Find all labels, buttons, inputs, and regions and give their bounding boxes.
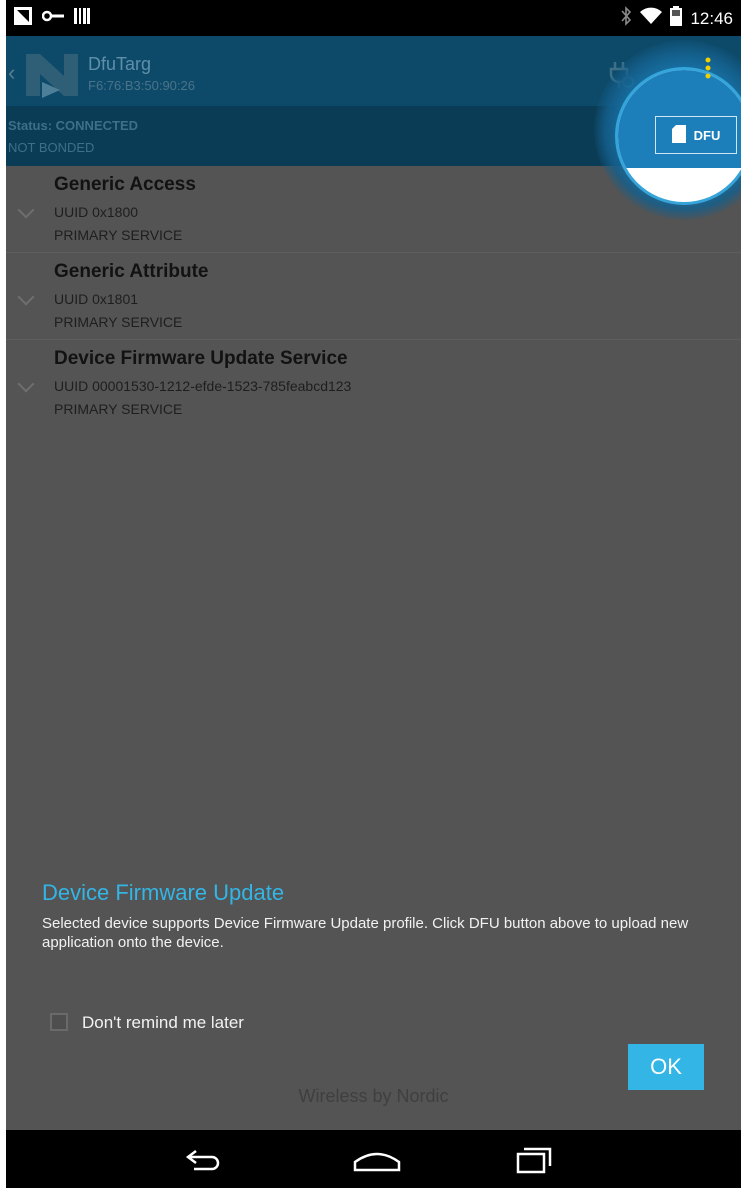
chevron-down-icon[interactable] (17, 201, 35, 219)
dont-remind-checkbox[interactable] (50, 1013, 68, 1031)
chevron-down-icon[interactable] (17, 288, 35, 306)
navigation-bar (6, 1130, 741, 1188)
back-icon[interactable] (182, 1144, 226, 1179)
bond-status: NOT BONDED (8, 140, 95, 155)
service-type: PRIMARY SERVICE (54, 314, 183, 330)
bluetooth-icon (620, 6, 632, 31)
clock-time: 12:46 (690, 8, 733, 28)
device-name: DfuTarg (88, 54, 152, 74)
dfu-button[interactable]: DFU (655, 116, 737, 154)
dfu-button-label: DFU (693, 127, 721, 143)
dont-remind-label[interactable]: Don't remind me later (82, 1013, 244, 1033)
service-uuid: UUID 0x1800 (54, 204, 139, 220)
service-name: Generic Access (54, 174, 196, 195)
wifi-icon (640, 7, 663, 30)
home-icon[interactable] (352, 1144, 402, 1179)
barcode-icon (74, 7, 90, 30)
dialog-title: Device Firmware Update (42, 880, 285, 905)
dialog-message: Selected device supports Device Firmware… (42, 915, 689, 951)
device-address: F6:76:B3:50:90:26 (88, 78, 195, 93)
service-name: Generic Attribute (54, 261, 209, 282)
service-uuid: UUID 0x1801 (54, 291, 139, 307)
status-bar: 12:46 (6, 0, 741, 36)
footer-text: Wireless by Nordic (298, 1086, 449, 1106)
app-logo[interactable] (20, 44, 82, 105)
service-item[interactable]: Generic Attribute UUID 0x1801 PRIMARY SE… (6, 253, 741, 340)
service-item[interactable]: Device Firmware Update Service UUID 0000… (6, 340, 741, 426)
battery-icon (670, 6, 683, 31)
notification-icon (14, 6, 32, 30)
connection-status: Status: CONNECTED (8, 118, 139, 133)
services-list: Generic Access UUID 0x1800 PRIMARY SERVI… (6, 166, 741, 426)
sd-card-icon (671, 124, 686, 146)
key-icon (41, 9, 64, 28)
ok-button[interactable]: OK (628, 1044, 704, 1090)
service-type: PRIMARY SERVICE (54, 401, 183, 417)
service-uuid: UUID 00001530-1212-efde-1523-785feabcd12… (54, 378, 352, 394)
service-type: PRIMARY SERVICE (54, 227, 183, 243)
recent-apps-icon[interactable] (516, 1144, 556, 1179)
service-name: Device Firmware Update Service (54, 348, 348, 369)
app-screen: 12:46 ‹ DfuTarg F6:76:B3:50:90:26 Status… (6, 0, 741, 1188)
back-caret-icon[interactable]: ‹ (8, 60, 15, 86)
chevron-down-icon[interactable] (17, 375, 35, 393)
overflow-menu-icon[interactable] (704, 56, 712, 85)
